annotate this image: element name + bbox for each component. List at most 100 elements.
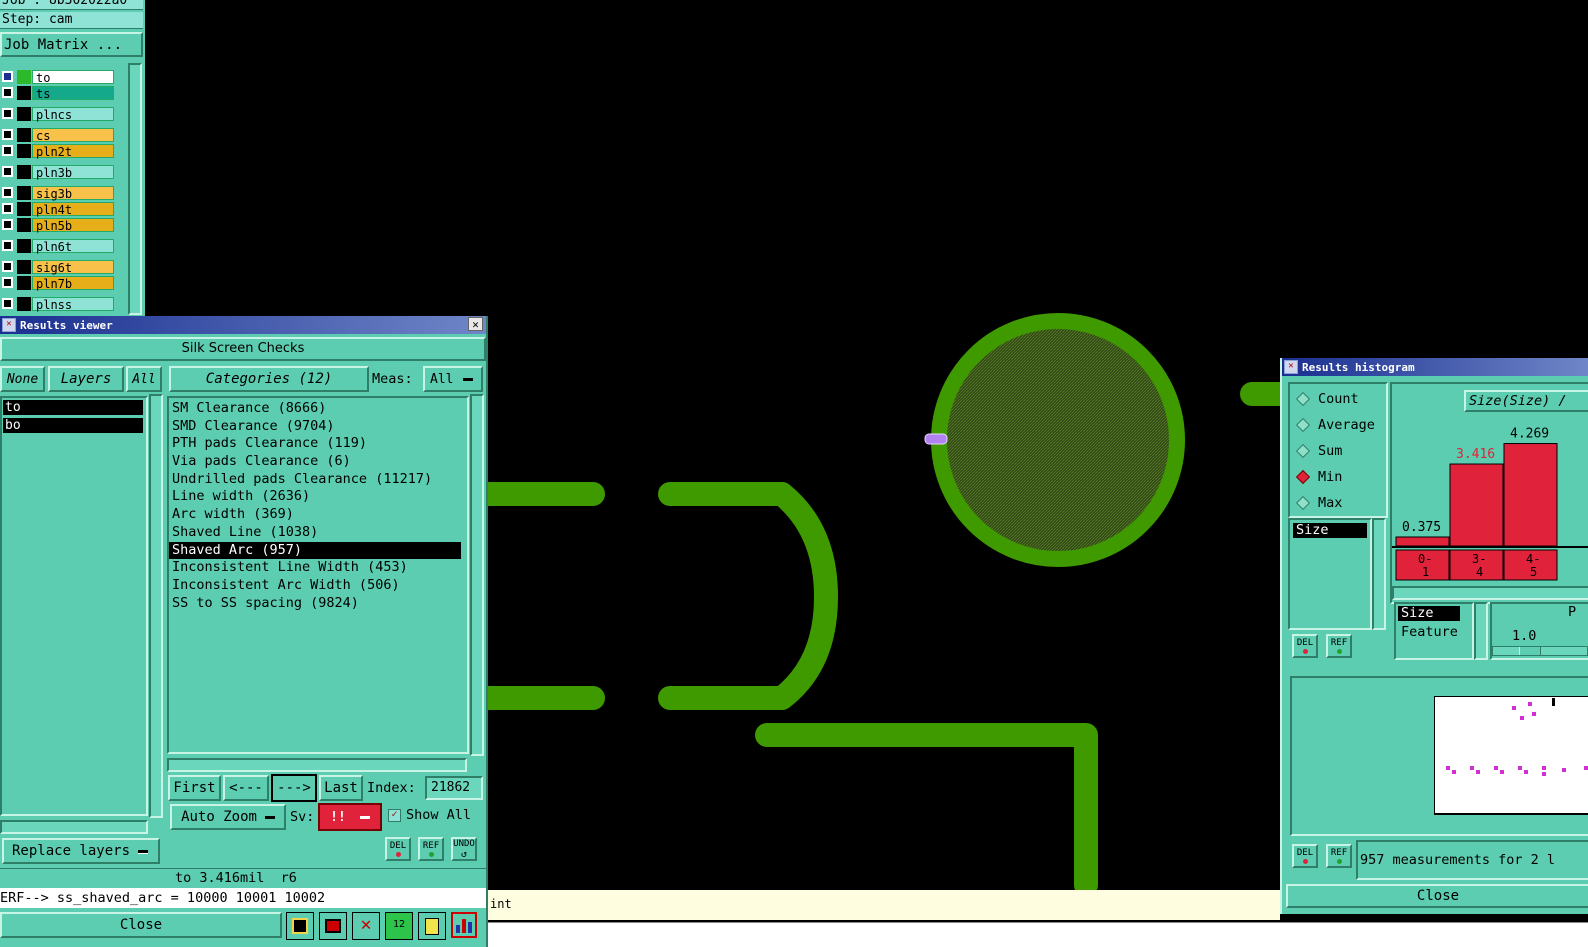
- show-all-checkbox[interactable]: ✓ Show All: [388, 807, 471, 823]
- results-layer-hscroll[interactable]: [0, 820, 148, 834]
- none-button[interactable]: None: [0, 366, 45, 392]
- category-item[interactable]: Arc width (369): [169, 506, 467, 524]
- layer-checkbox[interactable]: [2, 187, 13, 198]
- undo-icon[interactable]: UNDO ↺: [451, 837, 477, 861]
- category-item[interactable]: Via pads Clearance (6): [169, 453, 467, 471]
- categories-button[interactable]: Categories (12): [169, 366, 369, 392]
- mode-radio-min[interactable]: Min: [1290, 464, 1386, 490]
- layer-checkbox[interactable]: [2, 298, 13, 309]
- layer-name[interactable]: cs: [32, 127, 114, 143]
- all-button[interactable]: All: [126, 366, 162, 392]
- layer-name[interactable]: pln3b: [32, 164, 114, 180]
- job-matrix-button[interactable]: Job Matrix ...: [0, 32, 143, 57]
- cancel-graph-icon[interactable]: ✕: [352, 912, 380, 940]
- categories-vscroll[interactable]: [470, 394, 484, 756]
- layer-row[interactable]: plncs: [0, 106, 128, 122]
- last-button[interactable]: Last: [319, 775, 363, 801]
- histogram-del-icon[interactable]: DEL: [1292, 634, 1318, 658]
- histogram-ref-icon[interactable]: REF: [1326, 634, 1352, 658]
- layer-name[interactable]: pln7b: [32, 275, 114, 291]
- category-item[interactable]: SMD Clearance (9704): [169, 418, 467, 436]
- category-item[interactable]: SM Clearance (8666): [169, 400, 467, 418]
- preview-del-icon[interactable]: DEL: [1292, 844, 1318, 868]
- layer-checkbox[interactable]: [2, 108, 13, 119]
- category-item[interactable]: Inconsistent Arc Width (506): [169, 577, 467, 595]
- category-item[interactable]: Shaved Line (1038): [169, 524, 467, 542]
- display-icon[interactable]: [319, 912, 347, 940]
- layer-row[interactable]: pln7b: [0, 275, 128, 291]
- layer-checkbox[interactable]: [2, 71, 13, 82]
- layer-row[interactable]: pln4t: [0, 201, 128, 217]
- histogram-hscroll[interactable]: [1392, 586, 1588, 600]
- report-icon[interactable]: [418, 912, 446, 940]
- layer-row[interactable]: plnss: [0, 296, 128, 312]
- results-viewer-close-button[interactable]: Close: [0, 912, 282, 938]
- layer-row[interactable]: to: [0, 69, 128, 85]
- axis-item-feature[interactable]: Feature: [1398, 624, 1458, 640]
- results-layer-item[interactable]: bo: [3, 418, 143, 433]
- layer-name[interactable]: ts: [32, 85, 114, 101]
- layer-name[interactable]: plnss: [32, 296, 114, 312]
- del-icon[interactable]: DEL: [385, 837, 411, 861]
- mode-radio-average[interactable]: Average: [1290, 412, 1386, 438]
- layer-name[interactable]: plncs: [32, 106, 114, 122]
- layer-row[interactable]: cs: [0, 127, 128, 143]
- close-icon[interactable]: ✕: [468, 317, 483, 331]
- histogram-item-vscroll[interactable]: [1372, 518, 1386, 630]
- axis-list-vscroll[interactable]: [1474, 602, 1488, 660]
- results-layer-item[interactable]: to: [3, 400, 143, 415]
- next-button[interactable]: --->: [271, 774, 317, 802]
- scale-slider-thumb[interactable]: [1519, 647, 1541, 655]
- layer-list-scrollbar[interactable]: [128, 63, 142, 315]
- layer-checkbox[interactable]: [2, 145, 13, 156]
- histogram-bar[interactable]: [1503, 443, 1558, 547]
- histogram-titlebar[interactable]: ✕ Results histogram: [1282, 358, 1588, 376]
- replace-layers-dropdown[interactable]: Replace layers: [2, 838, 160, 864]
- layer-checkbox[interactable]: [2, 277, 13, 288]
- scale-slider[interactable]: [1492, 646, 1588, 656]
- layer-name[interactable]: sig3b: [32, 185, 114, 201]
- layer-name[interactable]: pln2t: [32, 143, 114, 159]
- layer-row[interactable]: pln6t: [0, 238, 128, 254]
- layer-name[interactable]: to: [32, 69, 114, 85]
- meas-dropdown[interactable]: All: [423, 366, 483, 392]
- layer-name[interactable]: pln6t: [32, 238, 114, 254]
- preview-ref-icon[interactable]: REF: [1326, 844, 1352, 868]
- layer-checkbox[interactable]: [2, 261, 13, 272]
- category-item[interactable]: Shaved Arc (957): [169, 541, 461, 560]
- layer-checkbox[interactable]: [2, 240, 13, 251]
- layer-name[interactable]: sig6t: [32, 259, 114, 275]
- category-item[interactable]: Undrilled pads Clearance (11217): [169, 471, 467, 489]
- histogram-close-button[interactable]: Close: [1286, 884, 1588, 908]
- histogram-item-size[interactable]: Size: [1293, 523, 1367, 538]
- category-item[interactable]: Inconsistent Line Width (453): [169, 559, 467, 577]
- histogram-bar[interactable]: [1395, 536, 1450, 547]
- layer-row[interactable]: pln2t: [0, 143, 128, 159]
- axis-item-size[interactable]: Size: [1398, 606, 1460, 621]
- layer-row[interactable]: sig3b: [0, 185, 128, 201]
- layer-row[interactable]: sig6t: [0, 259, 128, 275]
- layer-row[interactable]: pln5b: [0, 217, 128, 233]
- layer-checkbox[interactable]: [2, 87, 13, 98]
- histogram-bar[interactable]: [1449, 463, 1504, 547]
- histogram-icon[interactable]: [451, 912, 477, 938]
- index-input[interactable]: 21862: [425, 776, 483, 800]
- layer-name[interactable]: pln4t: [32, 201, 114, 217]
- layer-name[interactable]: pln5b: [32, 217, 114, 233]
- monitor-icon[interactable]: [286, 912, 314, 940]
- prev-button[interactable]: <---: [223, 775, 269, 801]
- layer-row[interactable]: ts: [0, 85, 128, 101]
- layer-row[interactable]: pln3b: [0, 164, 128, 180]
- layer-checkbox[interactable]: [2, 129, 13, 140]
- layer-checkbox[interactable]: [2, 166, 13, 177]
- ref-icon[interactable]: REF: [418, 837, 444, 861]
- mode-radio-max[interactable]: Max: [1290, 490, 1386, 516]
- mode-radio-count[interactable]: Count: [1290, 386, 1386, 412]
- mode-radio-sum[interactable]: Sum: [1290, 438, 1386, 464]
- severity-dropdown[interactable]: !!: [318, 803, 382, 831]
- category-item[interactable]: Line width (2636): [169, 488, 467, 506]
- categories-hscroll[interactable]: [167, 758, 467, 772]
- auto-zoom-dropdown[interactable]: Auto Zoom: [170, 804, 286, 830]
- results-layer-vscroll[interactable]: [149, 394, 163, 818]
- layers-button[interactable]: Layers: [48, 366, 124, 392]
